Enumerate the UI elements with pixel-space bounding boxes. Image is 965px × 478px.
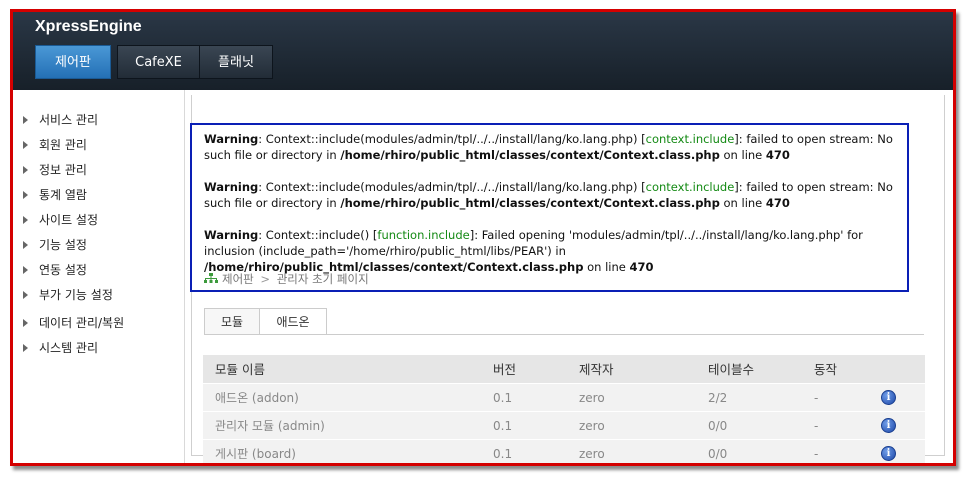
header-author: 제작자 xyxy=(579,362,614,377)
tab-planet[interactable]: 플래닛 xyxy=(199,45,273,79)
arrow-right-icon xyxy=(23,319,28,327)
info-icon[interactable]: i xyxy=(881,418,896,433)
info-icon[interactable]: i xyxy=(881,446,896,461)
sidebar-item-stats[interactable]: 통계 열람 xyxy=(23,187,87,203)
arrow-right-icon xyxy=(23,241,28,249)
breadcrumb-root[interactable]: 제어판 xyxy=(222,272,254,286)
arrow-right-icon xyxy=(23,116,28,124)
sidebar-item-label: 기능 설정 xyxy=(39,238,87,252)
sidebar-item-label: 정보 관리 xyxy=(39,163,87,177)
module-author: zero xyxy=(579,391,605,405)
module-tables: 2/2 xyxy=(708,391,728,405)
module-name: 애드온 (addon) xyxy=(215,391,299,405)
table-header: 모듈 이름 버전 제작자 테이블수 동작 xyxy=(203,355,925,384)
main-tabs: 제어판 CafeXE 플래닛 xyxy=(35,45,273,79)
sidebar-item-data-backup[interactable]: 데이터 관리/복원 xyxy=(23,315,124,331)
table-row: 애드온 (addon) 0.1 zero 2/2 - i xyxy=(203,384,925,412)
module-table: 모듈 이름 버전 제작자 테이블수 동작 애드온 (addon) 0.1 zer… xyxy=(203,355,925,463)
module-action: - xyxy=(814,447,819,461)
sidebar-item-label: 연동 설정 xyxy=(39,263,87,277)
sidebar-item-integration[interactable]: 연동 설정 xyxy=(23,262,87,278)
sidebar-item-label: 회원 관리 xyxy=(39,138,87,152)
tab-addons[interactable]: 애드온 xyxy=(260,308,327,335)
sidebar-item-label: 서비스 관리 xyxy=(39,113,99,127)
module-author: zero xyxy=(579,447,605,461)
module-tabs: 모듈 애드온 xyxy=(204,308,327,335)
sidebar-item-extra-features[interactable]: 부가 기능 설정 xyxy=(23,287,113,303)
doc-link[interactable]: context.include xyxy=(646,180,735,194)
header-version: 버전 xyxy=(493,362,517,377)
sidebar-item-label: 데이터 관리/복원 xyxy=(39,316,125,330)
sidebar-item-system[interactable]: 시스템 관리 xyxy=(23,340,98,356)
arrow-right-icon xyxy=(23,191,28,199)
tab-modules[interactable]: 모듈 xyxy=(204,308,260,335)
header-action: 동작 xyxy=(814,362,838,377)
module-name: 게시판 (board) xyxy=(215,447,296,461)
sitemap-icon xyxy=(204,273,218,283)
sidebar-item-label: 부가 기능 설정 xyxy=(39,288,113,302)
warning-message: Warning: Context::include(modules/admin/… xyxy=(204,132,893,162)
tab-divider xyxy=(204,334,924,335)
tab-cafexe[interactable]: CafeXE xyxy=(117,45,199,79)
module-version: 0.1 xyxy=(493,447,513,461)
arrow-right-icon xyxy=(23,266,28,274)
sidebar-item-members[interactable]: 회원 관리 xyxy=(23,137,87,153)
module-action: - xyxy=(814,419,819,433)
breadcrumb: 제어판 > 관리자 초기 페이지 xyxy=(204,271,369,287)
header-name: 모듈 이름 xyxy=(215,362,265,377)
arrow-right-icon xyxy=(23,344,28,352)
app-title: XpressEngine xyxy=(35,18,142,35)
arrow-right-icon xyxy=(23,291,28,299)
sidebar-item-label: 시스템 관리 xyxy=(39,341,99,355)
breadcrumb-current: 관리자 초기 페이지 xyxy=(276,272,369,286)
header-tables: 테이블수 xyxy=(708,362,755,377)
sidebar-item-label: 통계 열람 xyxy=(39,188,87,202)
module-version: 0.1 xyxy=(493,419,513,433)
warning-message: Warning: Context::include(modules/admin/… xyxy=(204,180,893,210)
doc-link[interactable]: context.include xyxy=(646,132,735,146)
tab-control-panel[interactable]: 제어판 xyxy=(35,45,111,79)
breadcrumb-separator: > xyxy=(260,272,271,286)
sidebar-item-label: 사이트 설정 xyxy=(39,213,99,227)
module-version: 0.1 xyxy=(493,391,513,405)
arrow-right-icon xyxy=(23,166,28,174)
sidebar: 서비스 관리 회원 관리 정보 관리 통계 열람 사이트 설정 기능 설정 연동… xyxy=(13,90,185,463)
php-warning-box: Warning: Context::include(modules/admin/… xyxy=(190,123,909,292)
table-row: 관리자 모듈 (admin) 0.1 zero 0/0 - i xyxy=(203,412,925,440)
info-icon[interactable]: i xyxy=(881,390,896,405)
module-name: 관리자 모듈 (admin) xyxy=(215,419,325,433)
screenshot-frame: XpressEngine 제어판 CafeXE 플래닛 서비스 관리 회원 관리… xyxy=(10,9,956,466)
sidebar-item-info[interactable]: 정보 관리 xyxy=(23,162,87,178)
module-tables: 0/0 xyxy=(708,447,728,461)
arrow-right-icon xyxy=(23,141,28,149)
sidebar-item-service[interactable]: 서비스 관리 xyxy=(23,112,98,128)
sidebar-item-site-settings[interactable]: 사이트 설정 xyxy=(23,212,98,228)
arrow-right-icon xyxy=(23,216,28,224)
warning-message: Warning: Context::include() [function.in… xyxy=(204,228,863,274)
sidebar-item-feature-settings[interactable]: 기능 설정 xyxy=(23,237,87,253)
top-header: XpressEngine 제어판 CafeXE 플래닛 xyxy=(13,12,953,90)
module-action: - xyxy=(814,391,819,405)
table-row: 게시판 (board) 0.1 zero 0/0 - i xyxy=(203,440,925,463)
module-tables: 0/0 xyxy=(708,419,728,433)
module-author: zero xyxy=(579,419,605,433)
main-content: Warning: Context::include(modules/admin/… xyxy=(185,90,953,463)
doc-link[interactable]: function.include xyxy=(377,228,469,242)
